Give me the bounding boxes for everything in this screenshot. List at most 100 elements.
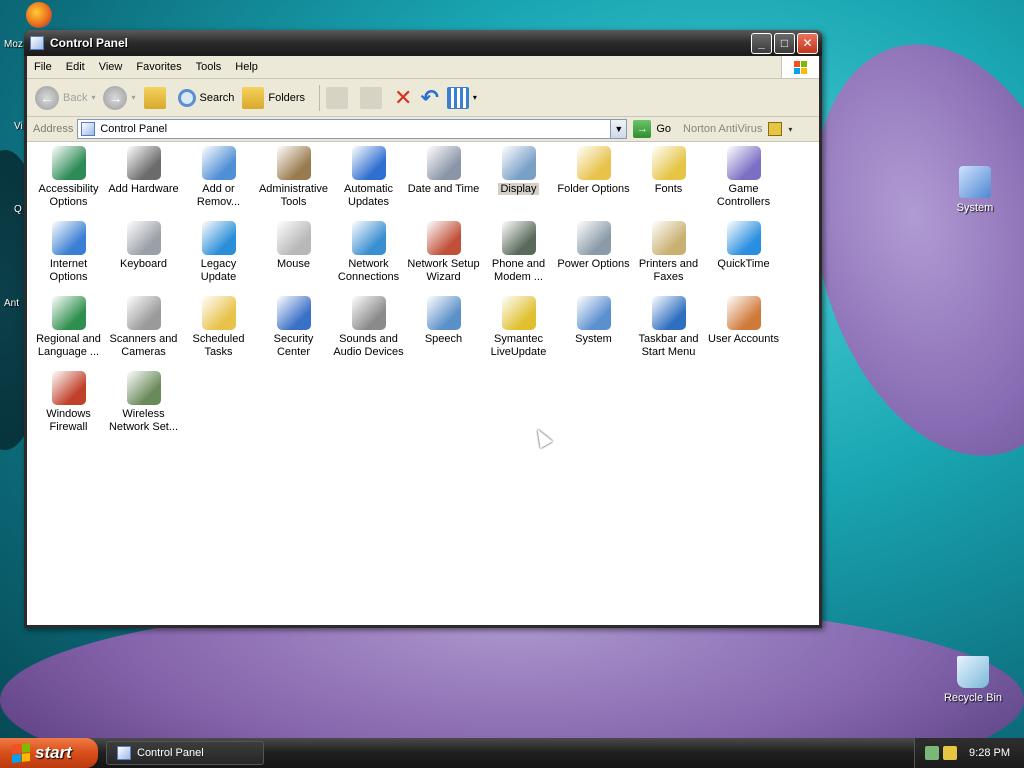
views-button[interactable]: ▾ <box>446 86 477 109</box>
control-panel-item[interactable]: Scanners and Cameras <box>106 296 181 359</box>
control-panel-item[interactable]: Folder Options <box>556 146 631 196</box>
control-panel-item[interactable]: Automatic Updates <box>331 146 406 209</box>
control-panel-item[interactable]: Accessibility Options <box>31 146 106 209</box>
control-panel-item[interactable]: System <box>556 296 631 346</box>
menu-view[interactable]: View <box>92 61 130 73</box>
norton-antivirus-toolbar[interactable]: Norton AntiVirus ▾ <box>683 122 792 136</box>
folders-button[interactable]: Folders <box>242 86 305 109</box>
control-panel-item-label: Date and Time <box>407 183 480 195</box>
address-input[interactable]: Control Panel ▼ <box>77 119 628 139</box>
minimize-button[interactable]: _ <box>751 32 772 54</box>
control-panel-item[interactable]: Phone and Modem ... <box>481 221 556 284</box>
control-panel-item[interactable]: User Accounts <box>706 296 781 346</box>
printers-faxes-icon <box>651 221 686 255</box>
start-button[interactable]: start <box>0 738 98 768</box>
user-accounts-icon <box>726 296 761 330</box>
menu-file[interactable]: File <box>27 61 59 73</box>
control-panel-item-label: Mouse <box>276 258 311 270</box>
control-panel-item[interactable]: Keyboard <box>106 221 181 271</box>
address-label: Address <box>33 123 74 135</box>
control-panel-item-label: Add or Remov... <box>196 183 241 208</box>
chevron-down-icon: ▾ <box>131 93 136 102</box>
desktop-recycle-label: Recycle Bin <box>943 692 1003 704</box>
display-icon <box>501 146 536 180</box>
title-bar[interactable]: Control Panel _ □ ✕ <box>24 30 822 56</box>
search-button[interactable]: Search <box>177 88 234 107</box>
control-panel-item[interactable]: Symantec LiveUpdate <box>481 296 556 359</box>
windows-flag-icon <box>12 743 30 763</box>
administrative-tools-icon <box>276 146 311 180</box>
control-panel-item[interactable]: Add or Remov... <box>181 146 256 209</box>
control-panel-item[interactable]: Taskbar and Start Menu <box>631 296 706 359</box>
network-tray-icon[interactable] <box>925 746 940 760</box>
control-panel-item[interactable]: Add Hardware <box>106 146 181 196</box>
norton-tray-icon[interactable] <box>943 746 958 760</box>
control-panel-item[interactable]: QuickTime <box>706 221 781 271</box>
control-panel-item[interactable]: Speech <box>406 296 481 346</box>
control-panel-item[interactable]: Internet Options <box>31 221 106 284</box>
address-dropdown-button[interactable]: ▼ <box>610 120 627 138</box>
desktop-system[interactable]: System <box>940 166 1010 214</box>
control-panel-item-label: Regional and Language ... <box>36 333 101 358</box>
system-tray: 9:28 PM <box>914 738 1024 768</box>
move-to-icon <box>326 86 349 109</box>
windows-logo-icon <box>781 56 819 78</box>
desktop-label: Vi <box>14 121 23 132</box>
control-panel-item[interactable]: Game Controllers <box>706 146 781 209</box>
back-button[interactable]: ← Back ▾ <box>35 85 96 110</box>
control-panel-item[interactable]: Scheduled Tasks <box>181 296 256 359</box>
desktop-label: Ant <box>4 298 20 309</box>
control-panel-item-label: Network Setup Wizard <box>407 258 480 283</box>
control-panel-item-label: Speech <box>424 333 463 345</box>
control-panel-item[interactable]: Fonts <box>631 146 706 196</box>
undo-button[interactable]: ↶ <box>420 85 438 111</box>
go-arrow-icon: → <box>633 120 652 138</box>
move-to-button[interactable] <box>326 86 352 109</box>
control-panel-item-label: Internet Options <box>49 258 88 283</box>
delete-button[interactable]: ✕ <box>394 85 412 111</box>
go-button[interactable]: → Go <box>633 120 671 138</box>
control-panel-item[interactable]: Wireless Network Set... <box>106 371 181 434</box>
control-panel-item[interactable]: Display <box>481 146 556 196</box>
norton-icon <box>768 122 783 136</box>
control-panel-item[interactable]: Security Center <box>256 296 331 359</box>
delete-icon: ✕ <box>394 84 413 110</box>
chevron-down-icon: ▾ <box>91 93 96 102</box>
chevron-down-icon: ▾ <box>788 124 793 134</box>
desktop-recycle-bin[interactable]: Recycle Bin <box>938 656 1008 704</box>
control-panel-item[interactable]: Network Setup Wizard <box>406 221 481 284</box>
menu-edit[interactable]: Edit <box>59 61 92 73</box>
control-panel-item-label: Game Controllers <box>716 183 771 208</box>
menu-help[interactable]: Help <box>228 61 265 73</box>
maximize-button[interactable]: □ <box>774 32 795 54</box>
menu-favorites[interactable]: Favorites <box>129 61 188 73</box>
taskbar-item-control-panel[interactable]: Control Panel <box>106 741 264 765</box>
control-panel-item[interactable]: Network Connections <box>331 221 406 284</box>
views-icon <box>446 86 469 109</box>
toolbar-separator <box>319 84 321 111</box>
menu-tools[interactable]: Tools <box>189 61 229 73</box>
taskbar: start Control Panel 9:28 PM <box>0 738 1024 768</box>
control-panel-item-label: Folder Options <box>557 183 630 195</box>
control-panel-item[interactable]: Regional and Language ... <box>31 296 106 359</box>
control-panel-item[interactable]: Power Options <box>556 221 631 271</box>
control-panel-item[interactable]: Legacy Update <box>181 221 256 284</box>
accessibility-icon <box>51 146 86 180</box>
up-button[interactable] <box>143 86 170 109</box>
copy-to-button[interactable] <box>360 86 386 109</box>
control-panel-item[interactable]: Printers and Faxes <box>631 221 706 284</box>
control-panel-item[interactable]: Administrative Tools <box>256 146 331 209</box>
address-value: Control Panel <box>100 123 168 135</box>
control-panel-item[interactable]: Sounds and Audio Devices <box>331 296 406 359</box>
control-panel-item[interactable]: Windows Firewall <box>31 371 106 434</box>
firefox-icon[interactable] <box>26 2 52 28</box>
desktop-label: Q <box>14 204 22 215</box>
search-icon <box>177 88 196 107</box>
control-panel-item-label: Legacy Update <box>200 258 237 283</box>
control-panel-item-label: Taskbar and Start Menu <box>638 333 699 358</box>
clock[interactable]: 9:28 PM <box>969 747 1010 759</box>
forward-button[interactable]: → ▾ <box>103 85 136 110</box>
close-button[interactable]: ✕ <box>797 32 818 54</box>
control-panel-item[interactable]: Date and Time <box>406 146 481 196</box>
control-panel-item[interactable]: Mouse <box>256 221 331 271</box>
